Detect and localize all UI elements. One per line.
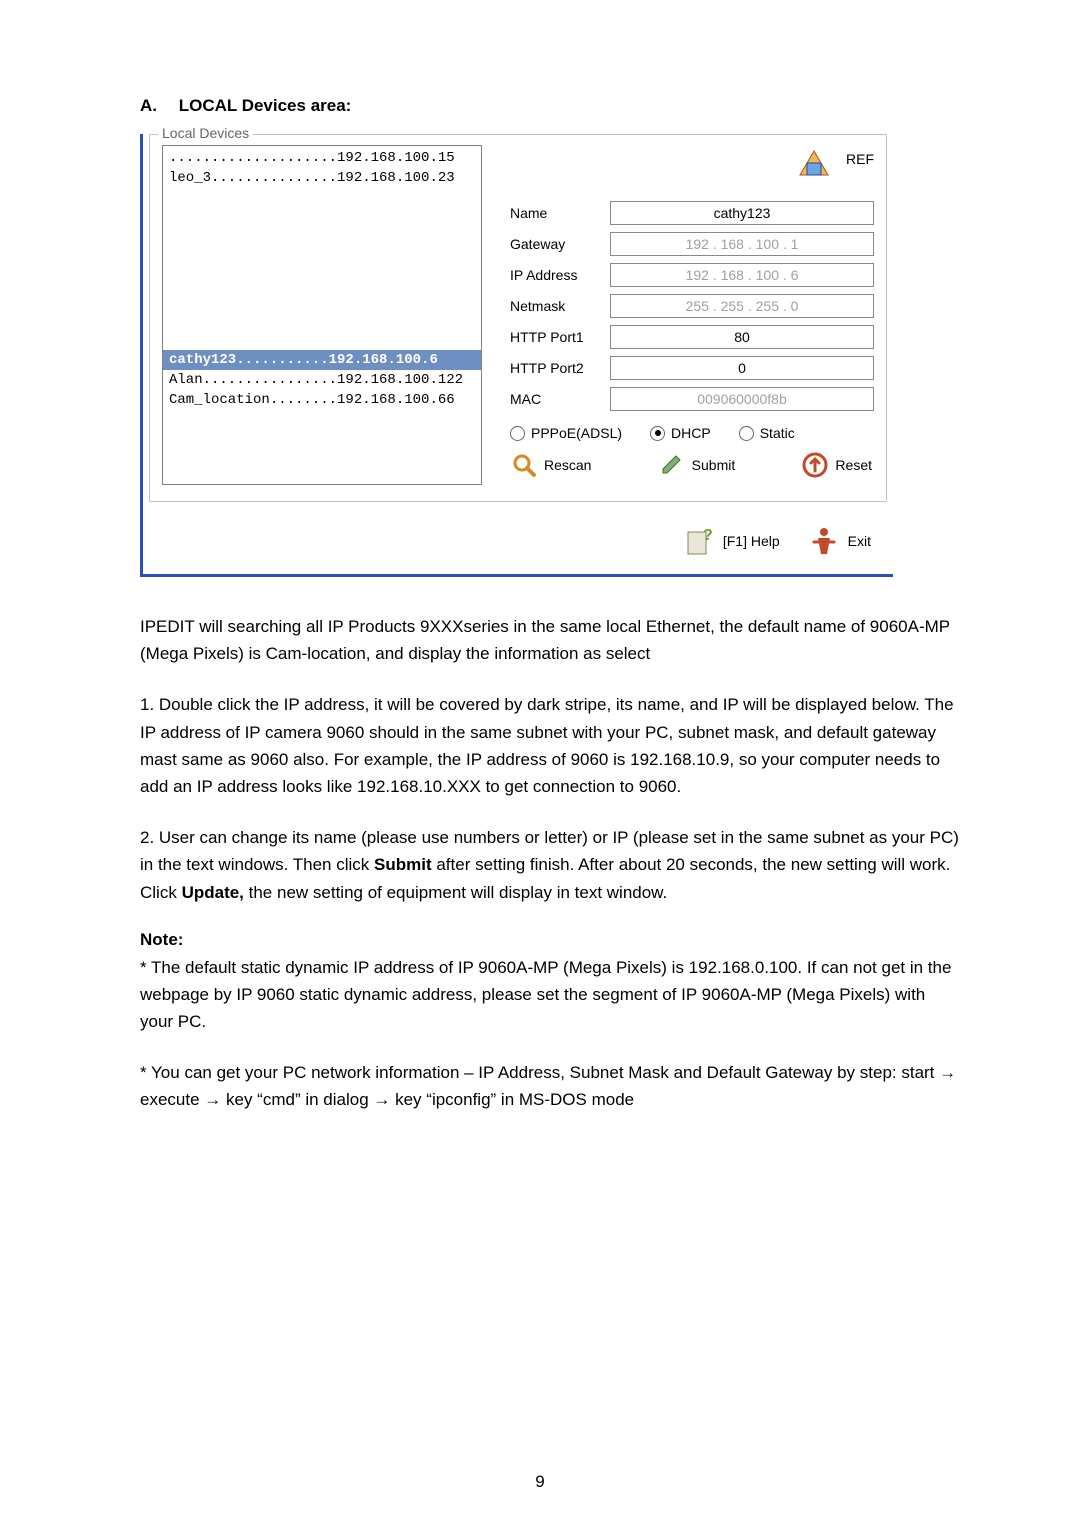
pppoe-radio[interactable]: PPPoE(ADSL) (510, 425, 622, 441)
ipaddress-label: IP Address (510, 267, 610, 283)
rescan-button[interactable]: Rescan (510, 451, 591, 479)
list-item-selected[interactable]: cathy123...........192.168.100.6 (163, 350, 481, 370)
mac-label: MAC (510, 391, 610, 407)
up-arrow-icon (801, 451, 829, 479)
page-number: 9 (0, 1472, 1080, 1492)
list-item[interactable]: Cam_location........192.168.100.66 (163, 390, 481, 410)
list-item[interactable]: ....................192.168.100.15 (163, 148, 481, 168)
paragraph-note2: * You can get your PC network informatio… (140, 1059, 960, 1113)
dhcp-radio[interactable]: DHCP (650, 425, 711, 441)
local-devices-fieldset: Local Devices ....................192.16… (149, 134, 887, 502)
static-radio[interactable]: Static (739, 425, 795, 441)
help-label: [F1] Help (723, 533, 780, 549)
note-heading: Note: (140, 930, 960, 950)
pppoe-radio-label: PPPoE(ADSL) (531, 425, 622, 441)
fieldset-legend: Local Devices (158, 125, 253, 141)
rescan-label: Rescan (544, 457, 591, 473)
static-radio-label: Static (760, 425, 795, 441)
reset-button[interactable]: Reset (801, 451, 872, 479)
netmask-field: 255 . 255 . 255 . 0 (610, 294, 874, 318)
svg-text:?: ? (703, 527, 713, 544)
heading-letter: A. (140, 96, 174, 116)
list-item[interactable]: Alan................192.168.100.122 (163, 370, 481, 390)
ref-label: REF (846, 145, 874, 167)
paragraph-note1: * The default static dynamic IP address … (140, 954, 960, 1036)
submit-button[interactable]: Submit (658, 451, 736, 479)
magnifier-icon (510, 451, 538, 479)
exit-label: Exit (848, 533, 871, 549)
httpport2-label: HTTP Port2 (510, 360, 610, 376)
heading-text: LOCAL Devices area: (179, 96, 352, 115)
ipaddress-field: 192 . 168 . 100 . 6 (610, 263, 874, 287)
paragraph-intro: IPEDIT will searching all IP Products 9X… (140, 613, 960, 667)
reset-label: Reset (835, 457, 872, 473)
help-button[interactable]: ? [F1] Help (685, 526, 780, 556)
exit-icon (810, 526, 838, 556)
name-label: Name (510, 205, 610, 221)
list-item[interactable]: leo_3...............192.168.100.23 (163, 168, 481, 188)
exit-button[interactable]: Exit (810, 526, 871, 556)
network-icon (796, 145, 832, 181)
httpport1-label: HTTP Port1 (510, 329, 610, 345)
submit-label: Submit (692, 457, 736, 473)
paragraph-step1: 1. Double click the IP address, it will … (140, 691, 960, 800)
device-list[interactable]: ....................192.168.100.15 leo_3… (162, 145, 482, 485)
name-field[interactable] (610, 201, 874, 225)
help-icon: ? (685, 526, 713, 556)
mac-field: 009060000f8b (610, 387, 874, 411)
httpport2-field[interactable] (610, 356, 874, 380)
dhcp-radio-label: DHCP (671, 425, 711, 441)
ipedit-dialog: Local Devices ....................192.16… (140, 134, 893, 577)
gateway-field: 192 . 168 . 100 . 1 (610, 232, 874, 256)
httpport1-field[interactable] (610, 325, 874, 349)
netmask-label: Netmask (510, 298, 610, 314)
paragraph-step2: 2. User can change its name (please use … (140, 824, 960, 906)
gateway-label: Gateway (510, 236, 610, 252)
pencil-icon (658, 451, 686, 479)
section-heading: A. LOCAL Devices area: (140, 96, 960, 116)
